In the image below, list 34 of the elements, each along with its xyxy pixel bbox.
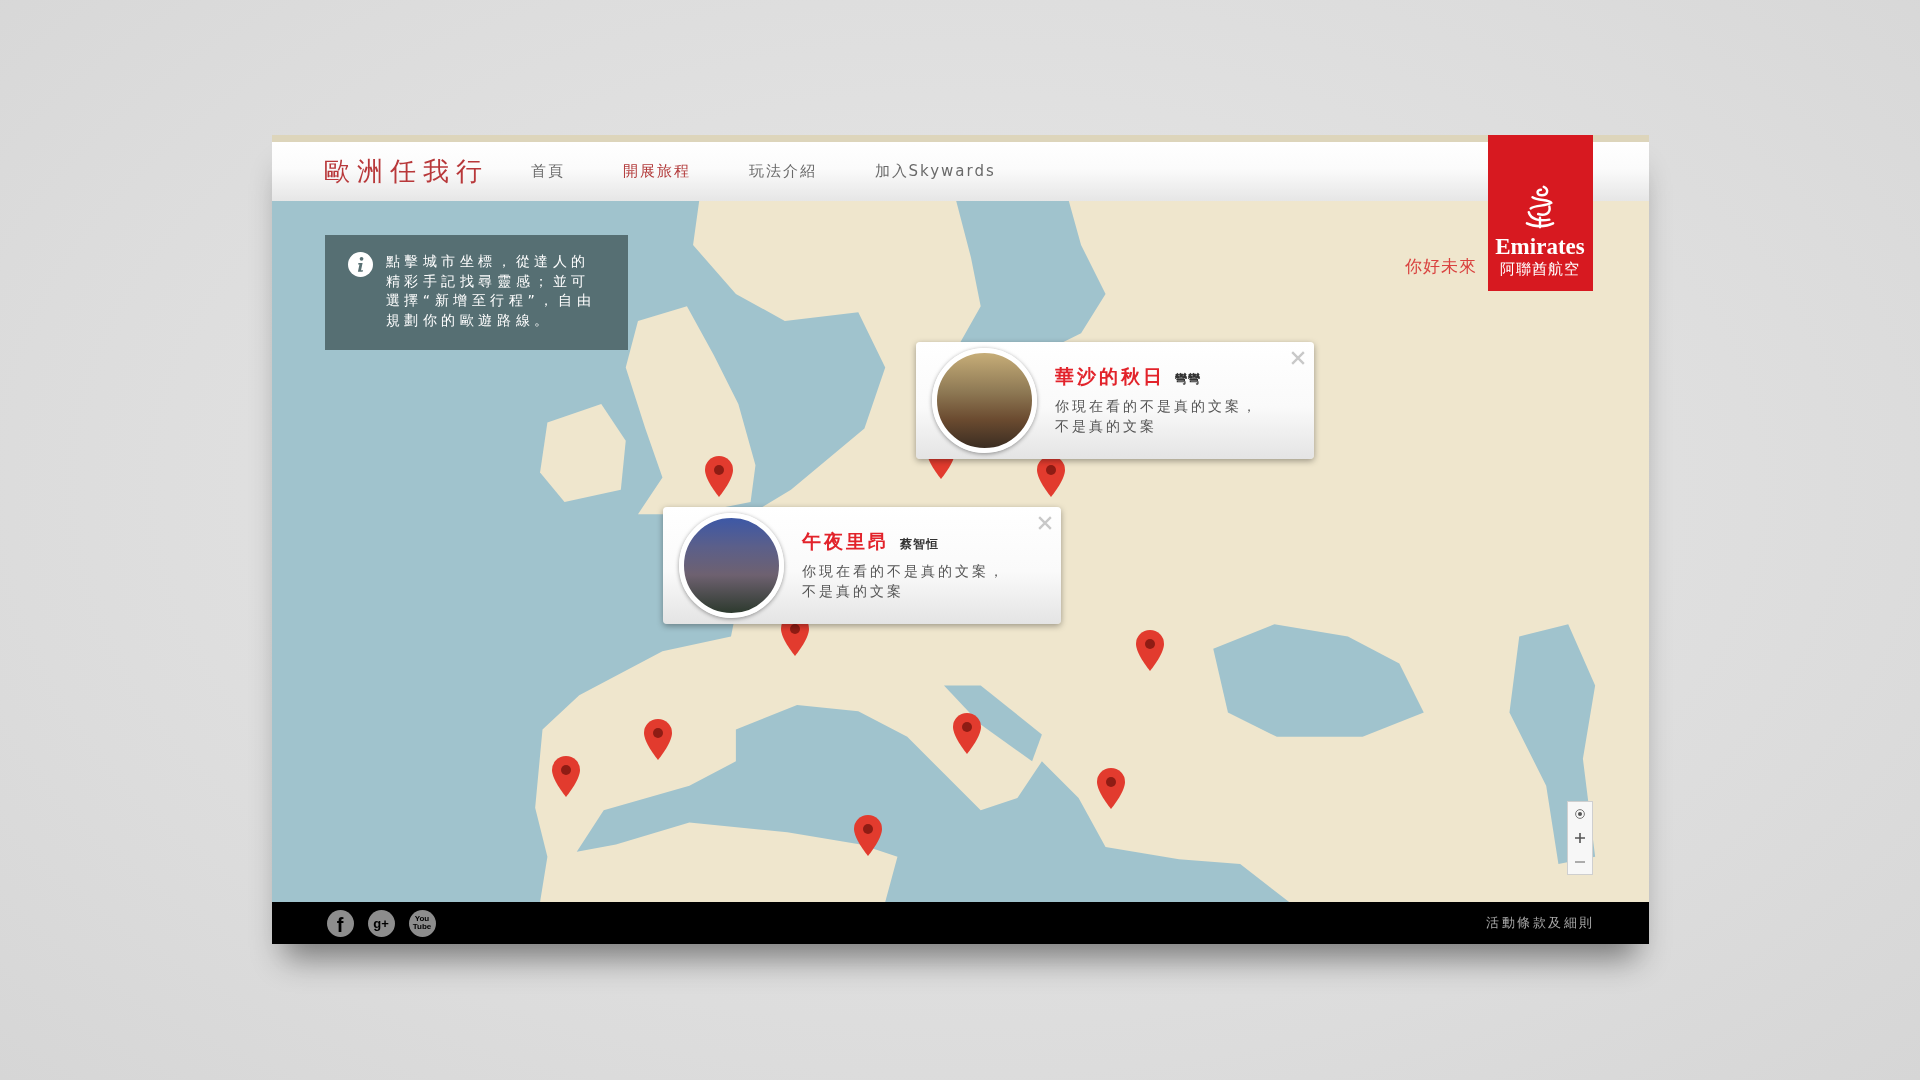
brand-wordmark: Emirates	[1495, 235, 1585, 259]
brand-logo[interactable]: Emirates 阿聯酋航空	[1487, 135, 1593, 291]
map-pin-icon[interactable]	[852, 813, 883, 856]
google-plus-link[interactable]: g+	[367, 909, 395, 937]
locate-icon	[1574, 809, 1585, 819]
popup-title[interactable]: 華沙的秋日	[1055, 364, 1166, 391]
map-pin-icon[interactable]	[1135, 628, 1166, 671]
nav-link[interactable]: 首頁	[530, 162, 565, 181]
info-text: 點擊城市坐標，從達人的精彩手記找尋靈感；並可選擇“新增至行程”，自由規劃你的歐遊路線。	[385, 252, 597, 330]
brand-subtitle: 阿聯酋航空	[1500, 259, 1580, 279]
map-pin-icon[interactable]	[551, 754, 582, 797]
popup-text: 你現在看的不是真的文案，不是真的文案	[802, 562, 1008, 602]
close-icon	[1291, 350, 1306, 365]
popup-text: 你現在看的不是真的文案，不是真的文案	[1055, 397, 1261, 437]
map-pin-icon[interactable]	[951, 711, 982, 754]
info-icon	[347, 252, 373, 277]
site-title: 歐洲任我行	[323, 155, 489, 188]
minus-icon	[1574, 861, 1585, 863]
author-name: 蔡智恒	[900, 536, 940, 554]
author-name: 彎彎	[1175, 371, 1202, 389]
youtube-link[interactable]: You Tube	[408, 909, 436, 937]
facebook-link[interactable]: f	[326, 909, 354, 937]
popup-title[interactable]: 午夜里昂	[802, 529, 891, 556]
map-pin-icon[interactable]	[1096, 767, 1127, 810]
nav-link[interactable]: 開展旅程	[622, 162, 691, 181]
brand-slogan: 你好未來	[1404, 255, 1477, 278]
map-pin-icon[interactable]	[643, 718, 674, 761]
nav-link[interactable]: 玩法介紹	[748, 162, 817, 181]
terms-link[interactable]: 活動條款及細則	[1486, 914, 1595, 932]
close-icon	[1038, 515, 1053, 530]
plus-icon	[1574, 833, 1585, 843]
calligraphy-icon	[1525, 185, 1555, 229]
nav-link[interactable]: 加入Skywards	[874, 162, 996, 181]
map-pin-icon[interactable]	[704, 455, 735, 498]
